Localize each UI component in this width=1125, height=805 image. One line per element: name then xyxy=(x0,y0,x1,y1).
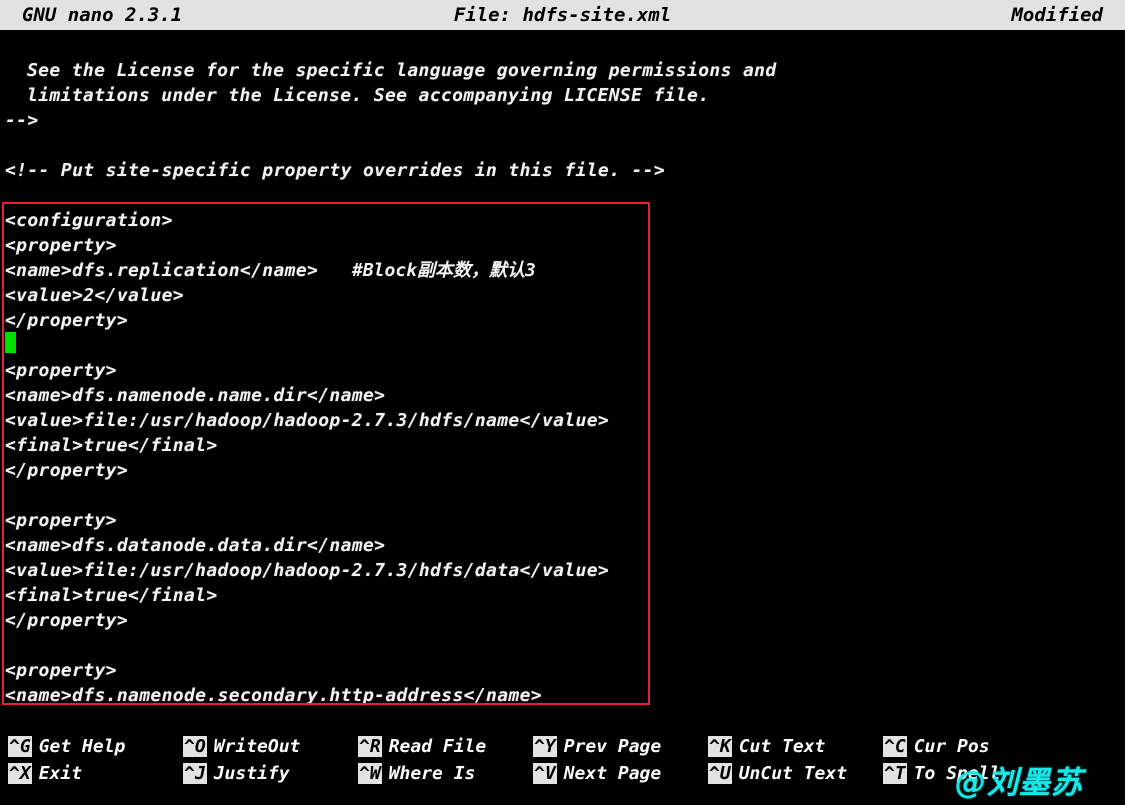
shortcut-label: Read File xyxy=(388,736,487,757)
shortcut-key: ^O xyxy=(183,736,207,757)
shortcut-key: ^T xyxy=(883,763,907,784)
shortcut-label: Prev Page xyxy=(563,736,662,757)
shortcut-key: ^V xyxy=(533,763,557,784)
editor-line: <final>true</final> xyxy=(5,435,218,456)
editor-line: <value>file:/usr/hadoop/hadoop-2.7.3/hdf… xyxy=(5,410,610,431)
editor-line: <name>dfs.replication</name> xyxy=(5,260,319,281)
shortcut-key: ^G xyxy=(8,736,32,757)
shortcut-justify[interactable]: ^J Justify xyxy=(183,760,290,787)
editor-line: <property> xyxy=(5,660,117,681)
shortcut-label: UnCut Text xyxy=(738,763,848,784)
shortcut-key: ^U xyxy=(708,763,732,784)
shortcut-row-first: ^G Get Help ^O WriteOut ^R Read File ^Y Prev Pa… xyxy=(0,733,1125,760)
editor-line: <!-- Put site-specific property override… xyxy=(5,160,666,181)
shortcut-cur-pos[interactable]: ^C Cur Pos xyxy=(883,733,990,760)
modified-status-label: Modified xyxy=(1011,4,1103,26)
current-file-label: File: hdfs-site.xml xyxy=(453,4,672,26)
shortcut-where-is[interactable]: ^W Where Is xyxy=(358,760,475,787)
shortcut-get-help[interactable]: ^G Get Help xyxy=(8,733,125,760)
editor-line: <value>2</value> xyxy=(5,285,184,306)
shortcut-label: Cut Text xyxy=(738,736,826,757)
shortcut-read-file[interactable]: ^R Read File xyxy=(358,733,486,760)
editor-line: </property> xyxy=(5,460,129,481)
editor-line: <name>dfs.datanode.data.dir</name> xyxy=(5,535,386,556)
editor-line: <configuration> xyxy=(5,210,173,231)
shortcut-key: ^W xyxy=(358,763,382,784)
shortcut-exit[interactable]: ^X Exit xyxy=(8,760,82,787)
shortcut-key: ^R xyxy=(358,736,382,757)
editor-line: See the License for the specific languag… xyxy=(27,60,777,81)
shortcut-label: Where Is xyxy=(388,763,476,784)
shortcut-next-page[interactable]: ^V Next Page xyxy=(533,760,661,787)
editor-line: limitations under the License. See accom… xyxy=(27,85,710,106)
shortcut-key: ^K xyxy=(708,736,732,757)
shortcut-label: Next Page xyxy=(563,763,662,784)
editor-text-area[interactable]: See the License for the specific languag… xyxy=(0,30,1125,730)
editor-line: <name>dfs.namenode.name.dir</name> xyxy=(5,385,386,406)
inline-comment-annotation: #Block副本数，默认3 xyxy=(352,260,536,281)
editor-line: --> xyxy=(5,110,39,131)
editor-line: </property> xyxy=(5,310,129,331)
shortcut-prev-page[interactable]: ^Y Prev Page xyxy=(533,733,661,760)
editor-line: </property> xyxy=(5,610,129,631)
author-watermark: @刘墨苏 xyxy=(955,765,1083,801)
editor-line: <final>true</final> xyxy=(5,585,218,606)
shortcut-uncut-text[interactable]: ^U UnCut Text xyxy=(708,760,847,787)
editor-line: <property> xyxy=(5,360,117,381)
shortcut-cut-text[interactable]: ^K Cut Text xyxy=(708,733,825,760)
nano-editor-window: GNU nano 2.3.1 File: hdfs-site.xml Modif… xyxy=(0,0,1125,805)
shortcut-key: ^J xyxy=(183,763,207,784)
editor-line: <property> xyxy=(5,510,117,531)
title-bar: GNU nano 2.3.1 File: hdfs-site.xml Modif… xyxy=(0,0,1125,30)
shortcut-label: Get Help xyxy=(38,736,126,757)
shortcut-label: Justify xyxy=(213,763,290,784)
shortcut-label: Cur Pos xyxy=(913,736,990,757)
shortcut-key: ^X xyxy=(8,763,32,784)
shortcut-key: ^Y xyxy=(533,736,557,757)
shortcut-writeout[interactable]: ^O WriteOut xyxy=(183,733,300,760)
shortcut-key: ^C xyxy=(883,736,907,757)
shortcut-label: Exit xyxy=(38,763,83,784)
editor-line: <value>file:/usr/hadoop/hadoop-2.7.3/hdf… xyxy=(5,560,610,581)
text-cursor xyxy=(5,332,16,353)
shortcut-label: WriteOut xyxy=(213,736,301,757)
editor-line: <name>dfs.namenode.secondary.http-addres… xyxy=(5,685,542,706)
editor-line: <property> xyxy=(5,235,117,256)
